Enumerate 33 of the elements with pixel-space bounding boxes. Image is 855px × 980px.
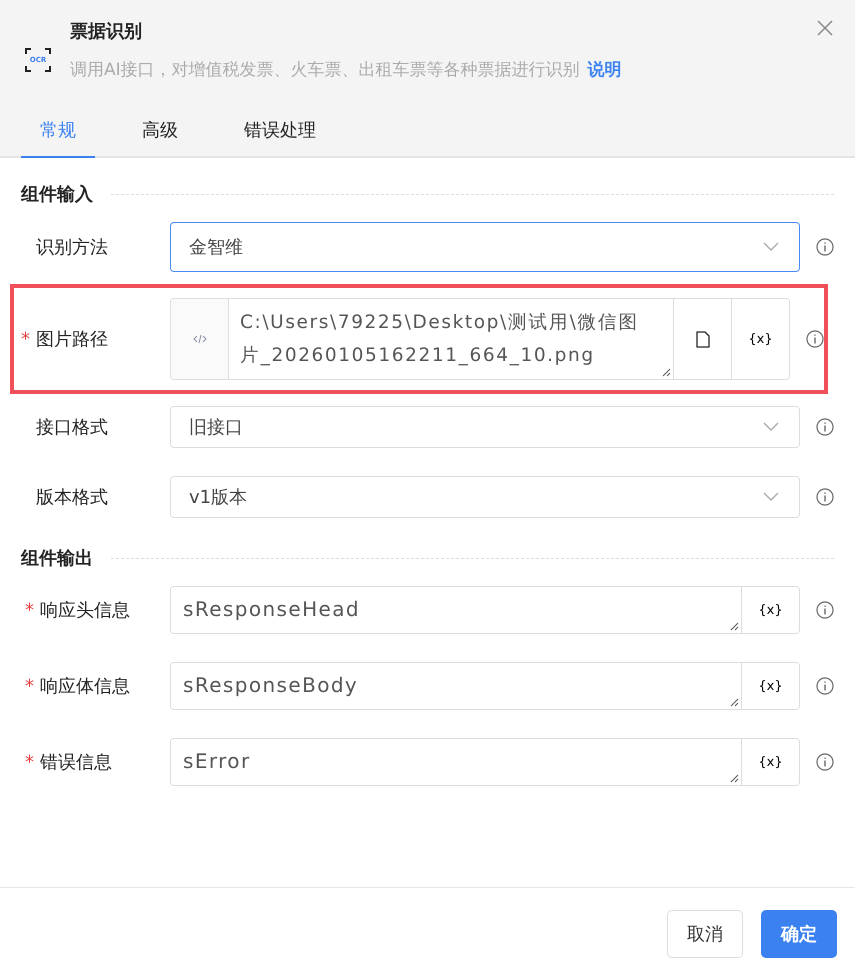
select-field[interactable]: v1版本 <box>170 476 800 518</box>
field-label: 识别方法 <box>36 236 108 259</box>
tab[interactable]: 错误处理 <box>225 110 335 158</box>
required-mark: * <box>25 752 34 772</box>
field-label: 响应头信息 <box>40 599 130 622</box>
select-field[interactable]: 旧接口 <box>170 406 800 448</box>
field-label: 图片路径 <box>36 328 108 351</box>
cancel-button[interactable]: 取消 <box>667 910 743 958</box>
field-label: 错误信息 <box>40 751 112 774</box>
info-icon[interactable] <box>816 418 834 436</box>
required-mark: * <box>25 600 34 620</box>
info-icon[interactable] <box>816 238 834 256</box>
info-icon[interactable] <box>816 488 834 506</box>
section-title: 组件输入 <box>21 183 93 206</box>
dialog-title: 票据识别 <box>70 20 143 44</box>
required-mark: * <box>25 676 34 696</box>
required-mark: * <box>21 328 30 350</box>
confirm-button[interactable]: 确定 <box>761 910 837 958</box>
info-icon[interactable] <box>816 677 834 695</box>
chevron-down-icon <box>763 242 779 252</box>
close-icon[interactable] <box>817 20 833 36</box>
section-title: 组件输出 <box>21 547 93 570</box>
chevron-down-icon <box>763 422 779 432</box>
info-icon[interactable] <box>816 601 834 619</box>
select-field[interactable]: 金智维 <box>170 222 800 272</box>
field-label: 接口格式 <box>36 416 108 439</box>
dialog-description: 调用AI接口，对增值税发票、火车票、出租车票等各种票据进行识别 <box>70 59 580 81</box>
chevron-down-icon <box>763 492 779 502</box>
field-label: 版本格式 <box>36 486 108 509</box>
tab[interactable]: 高级 <box>123 110 197 158</box>
field-label: 响应体信息 <box>40 675 130 698</box>
info-icon[interactable] <box>816 753 834 771</box>
info-icon[interactable] <box>806 330 824 348</box>
